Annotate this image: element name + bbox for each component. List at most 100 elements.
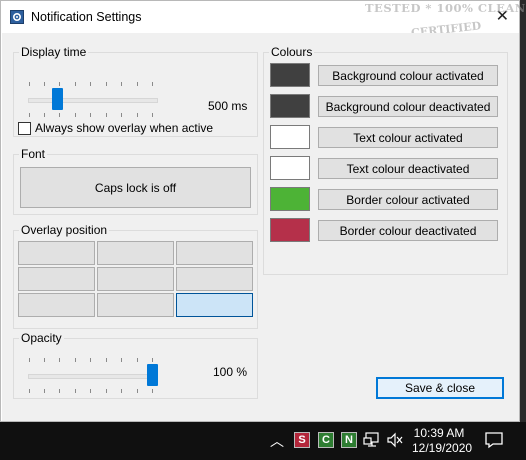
position-middle-right[interactable]	[176, 267, 253, 291]
slider-tick	[90, 113, 91, 117]
position-middle-left[interactable]	[18, 267, 95, 291]
gear-icon	[10, 10, 24, 24]
slider-thumb[interactable]	[52, 88, 63, 110]
slider-tick	[137, 389, 138, 393]
close-button[interactable]: ✕	[496, 6, 509, 26]
always-show-overlay-checkbox[interactable]	[18, 121, 31, 135]
position-middle-center[interactable]	[97, 267, 174, 291]
colour-swatch-text-activated[interactable]	[270, 125, 310, 149]
colour-swatch-border-deactivated[interactable]	[270, 218, 310, 242]
colour-button-label: Background colour deactivated	[325, 99, 491, 114]
tray-badge-n-label: N	[345, 434, 353, 446]
font-legend: Font	[21, 147, 46, 161]
slider-tick	[152, 389, 153, 393]
slider-tick	[152, 113, 153, 117]
slider-tick	[59, 389, 60, 393]
colour-button-border-activated[interactable]: Border colour activated	[318, 189, 498, 210]
slider-track	[28, 374, 158, 379]
slider-tick	[44, 113, 45, 117]
font-preview-button[interactable]: Caps lock is off	[20, 167, 251, 208]
colour-button-text-deactivated[interactable]: Text colour deactivated	[318, 158, 498, 179]
slider-tick	[90, 358, 91, 362]
slider-tick	[59, 82, 60, 86]
slider-tick	[29, 358, 30, 362]
slider-tick	[106, 389, 107, 393]
slider-tick	[75, 358, 76, 362]
opacity-group: Opacity 100 %	[13, 331, 258, 399]
notification-settings-window: Notification Settings ✕ TESTED * 100% CL…	[0, 0, 525, 422]
position-bottom-left[interactable]	[18, 293, 95, 317]
tray-badge-s-label: S	[298, 434, 306, 446]
slider-tick	[137, 82, 138, 86]
title-bar: Notification Settings ✕	[1, 1, 519, 33]
slider-tick	[152, 82, 153, 86]
tray-badge-s-icon[interactable]: S	[294, 432, 310, 448]
opacity-slider[interactable]	[28, 358, 158, 393]
slider-tick	[29, 82, 30, 86]
slider-tick	[121, 358, 122, 362]
slider-tick	[75, 82, 76, 86]
client-area: Display time 500 ms Always show overlay …	[2, 33, 519, 421]
colour-button-bg-deactivated[interactable]: Background colour deactivated	[318, 96, 498, 117]
colour-button-text-activated[interactable]: Text colour activated	[318, 127, 498, 148]
position-top-center[interactable]	[97, 241, 174, 265]
show-hidden-icons-chevron-icon[interactable]: ︿	[270, 431, 284, 451]
colour-swatch-text-deactivated[interactable]	[270, 156, 310, 180]
save-close-button[interactable]: Save & close	[376, 377, 504, 399]
slider-tick	[90, 82, 91, 86]
tray-badge-c-icon[interactable]: C	[318, 432, 334, 448]
slider-tick	[44, 82, 45, 86]
slider-tick	[75, 113, 76, 117]
colour-swatch-bg-activated[interactable]	[270, 63, 310, 87]
font-group: Font Caps lock is off	[13, 147, 258, 215]
slider-tick	[121, 389, 122, 393]
slider-tick	[121, 113, 122, 117]
slider-tick	[152, 358, 153, 362]
slider-tick	[137, 113, 138, 117]
position-bottom-center[interactable]	[97, 293, 174, 317]
colour-swatch-bg-deactivated[interactable]	[270, 94, 310, 118]
position-top-right[interactable]	[176, 241, 253, 265]
tray-badge-n-icon[interactable]: N	[341, 432, 357, 448]
clock-time: 10:39 AM	[413, 426, 465, 440]
colour-button-label: Text colour activated	[353, 130, 463, 145]
colour-swatch-border-activated[interactable]	[270, 187, 310, 211]
colour-button-label: Border colour deactivated	[339, 223, 477, 238]
colours-legend: Colours	[271, 45, 313, 59]
speaker-muted-icon[interactable]	[386, 432, 404, 448]
slider-tick	[29, 389, 30, 393]
display-time-legend: Display time	[21, 45, 87, 59]
colour-button-label: Text colour deactivated	[346, 161, 470, 176]
slider-tick	[75, 389, 76, 393]
slider-tick	[121, 82, 122, 86]
slider-tick	[90, 389, 91, 393]
opacity-value: 100 %	[213, 365, 248, 379]
colour-button-label: Border colour activated	[346, 192, 470, 207]
slider-track	[28, 98, 158, 103]
display-time-value: 500 ms	[208, 99, 248, 113]
colours-group: Colours Background colour activated Backg…	[263, 45, 508, 275]
position-bottom-right[interactable]	[176, 293, 253, 317]
overlay-position-legend: Overlay position	[21, 223, 108, 237]
display-time-group: Display time 500 ms Always show overlay …	[13, 45, 258, 137]
colour-button-bg-activated[interactable]: Background colour activated	[318, 65, 498, 86]
slider-tick	[106, 358, 107, 362]
slider-tick	[29, 113, 30, 117]
slider-tick	[59, 113, 60, 117]
colour-button-border-deactivated[interactable]: Border colour deactivated	[318, 220, 498, 241]
taskbar-clock[interactable]: 10:39 AM 12/19/2020	[412, 426, 472, 456]
action-center-icon[interactable]	[484, 431, 504, 449]
display-time-slider[interactable]	[28, 82, 158, 117]
overlay-position-group: Overlay position	[13, 223, 258, 329]
colour-button-label: Background colour activated	[332, 68, 484, 83]
slider-tick	[106, 82, 107, 86]
position-top-left[interactable]	[18, 241, 95, 265]
slider-tick	[59, 358, 60, 362]
font-preview-label: Caps lock is off	[94, 180, 177, 195]
save-close-label: Save & close	[404, 381, 476, 395]
always-show-overlay-row[interactable]: Always show overlay when active	[18, 121, 213, 135]
network-icon[interactable]	[363, 432, 381, 448]
window-title: Notification Settings	[31, 10, 142, 24]
slider-thumb[interactable]	[147, 364, 158, 386]
always-show-overlay-label[interactable]: Always show overlay when active	[35, 121, 213, 135]
